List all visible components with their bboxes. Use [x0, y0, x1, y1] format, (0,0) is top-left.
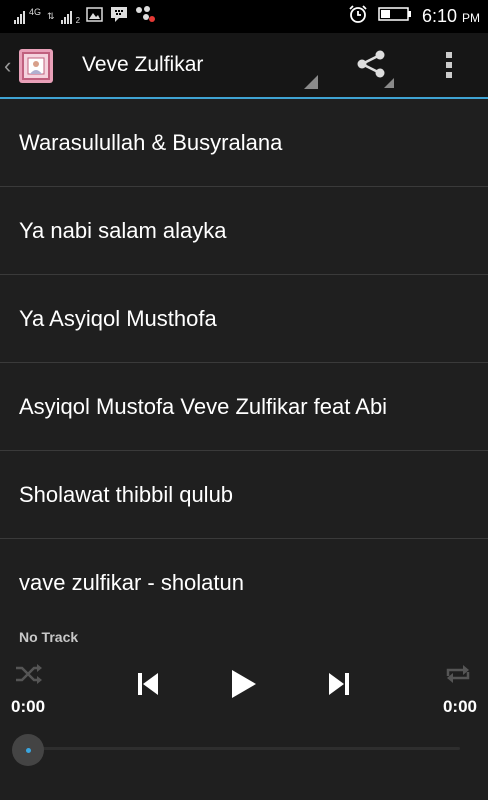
- song-title: vave zulfikar - sholatun: [19, 569, 244, 595]
- back-caret-icon[interactable]: ‹: [4, 53, 11, 79]
- song-list-item[interactable]: Asyiqol Mustofa Veve Zulfikar feat Abi: [0, 363, 488, 451]
- network-type-label: 4G: [29, 7, 42, 17]
- data-arrows-icon: ⇅: [47, 11, 55, 21]
- bbm-notification-icon: [109, 5, 129, 28]
- repeat-icon[interactable]: [443, 662, 473, 691]
- song-list-item[interactable]: Sholawat thibbil qulub: [0, 451, 488, 539]
- previous-track-button[interactable]: [136, 671, 160, 702]
- battery-icon: [378, 6, 412, 27]
- app-title[interactable]: Veve Zulfikar: [82, 53, 203, 77]
- title-dropdown-indicator-icon: [304, 75, 318, 89]
- image-notification-icon: [86, 6, 103, 27]
- current-time: 0:00: [11, 697, 46, 716]
- action-bar: ‹ Veve Zulfikar: [0, 33, 488, 99]
- song-list-item[interactable]: vave zulfikar - sholatun: [0, 539, 488, 627]
- song-title: Warasulullah & Busyralana: [19, 129, 283, 155]
- app-notification-icon: [135, 5, 157, 28]
- seek-progress-dot: [26, 748, 31, 753]
- overflow-menu-icon[interactable]: [444, 51, 454, 84]
- shuffle-icon[interactable]: [14, 662, 44, 691]
- clock: 6:10 PM: [421, 6, 480, 26]
- song-title: Ya Asyiqol Musthofa: [19, 305, 217, 331]
- app-logo-icon[interactable]: [19, 49, 53, 83]
- track-name: No Track: [19, 629, 79, 645]
- signal-strength-sim2-icon: [60, 10, 72, 24]
- player-panel: No Track 0:00 0:00: [0, 624, 488, 800]
- play-button[interactable]: [228, 668, 260, 705]
- next-track-button[interactable]: [327, 671, 351, 702]
- song-title: Ya nabi salam alayka: [19, 217, 227, 243]
- song-list-item[interactable]: Ya nabi salam alayka: [0, 187, 488, 275]
- song-list: Warasulullah & Busyralana Ya nabi salam …: [0, 99, 488, 627]
- alarm-icon: [348, 4, 368, 29]
- seek-bar[interactable]: [28, 747, 460, 750]
- sim2-label: 2: [75, 16, 81, 25]
- song-list-item[interactable]: Ya Asyiqol Musthofa: [0, 275, 488, 363]
- song-list-item[interactable]: Warasulullah & Busyralana: [0, 99, 488, 187]
- song-title: Sholawat thibbil qulub: [19, 481, 234, 507]
- song-title: Asyiqol Mustofa Veve Zulfikar feat Abi: [19, 393, 388, 419]
- share-icon[interactable]: [355, 49, 387, 84]
- signal-strength-icon: [14, 10, 25, 24]
- status-bar: 4G ⇅ 2 6:10 PM: [0, 0, 488, 33]
- share-dropdown-indicator-icon: [384, 78, 394, 88]
- duration-time: 0:00: [442, 697, 477, 716]
